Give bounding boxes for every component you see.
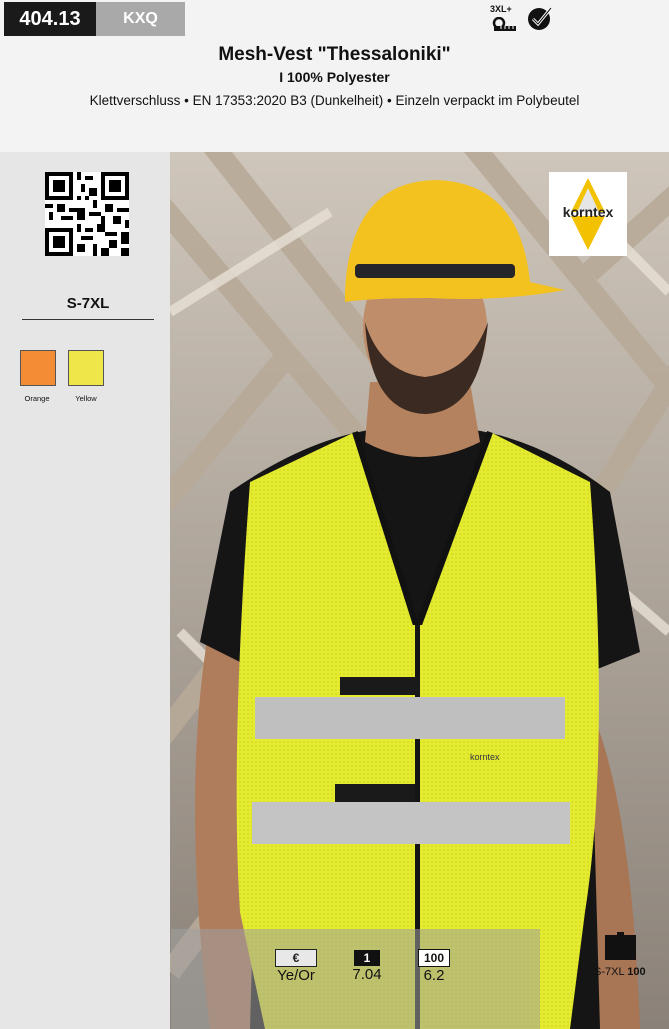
price-qty-1: 7.04 [352,966,382,983]
price-col-variant: € Ye/Or [271,949,321,984]
qty-header-100: 100 [418,949,450,967]
carton-box-icon [605,932,636,960]
qr-code [45,172,129,256]
size-badge-label: 3XL+ [490,4,512,14]
price-col-1: 1 7.04 [347,949,387,983]
currency-header: € [275,949,317,967]
logo-wordmark: korntex [562,204,614,220]
color-label-yellow: Yellow [75,394,97,403]
plus-size-icon: 3XL+ [490,4,518,34]
price-qty-100: 6.2 [423,967,445,984]
top-bar: 404.13 KXQ 3XL+ [0,0,669,38]
product-material: I 100% Polyester [279,69,390,85]
product-features: Klettverschluss • EN 17353:2020 B3 (Dunk… [89,93,580,108]
price-row-label: Ye/Or [277,967,315,984]
measuring-tape-icon [492,17,516,31]
certified-check-icon [528,7,553,30]
model-wearing-vest-image: korntex [170,152,669,1029]
size-divider [22,319,154,320]
color-swatch-yellow[interactable] [68,350,104,386]
price-col-100: 100 6.2 [414,949,454,984]
packaging-info: S-7XL 100 [594,966,646,978]
price-table: € Ye/Or 1 7.04 100 6.2 [171,929,540,1029]
color-swatch-orange[interactable] [20,350,56,386]
qty-header-1: 1 [354,950,380,966]
product-header: Mesh-Vest "Thessaloniki" I 100% Polyeste… [0,38,669,152]
variant-code: KXQ [96,2,185,36]
packaging-quantity: 100 [627,966,646,978]
size-range: S-7XL [66,295,110,312]
packaging-sizes: S-7XL [594,966,625,978]
article-number: 404.13 [4,2,96,36]
product-photo: korntex [170,152,669,1029]
sidebar: S-7XL Orange Yellow [0,152,170,1029]
color-label-orange: Orange [24,394,50,403]
product-title: Mesh-Vest "Thessaloniki" [218,44,451,65]
brand-logo: korntex [549,172,627,256]
vest-label: korntex [470,752,500,762]
